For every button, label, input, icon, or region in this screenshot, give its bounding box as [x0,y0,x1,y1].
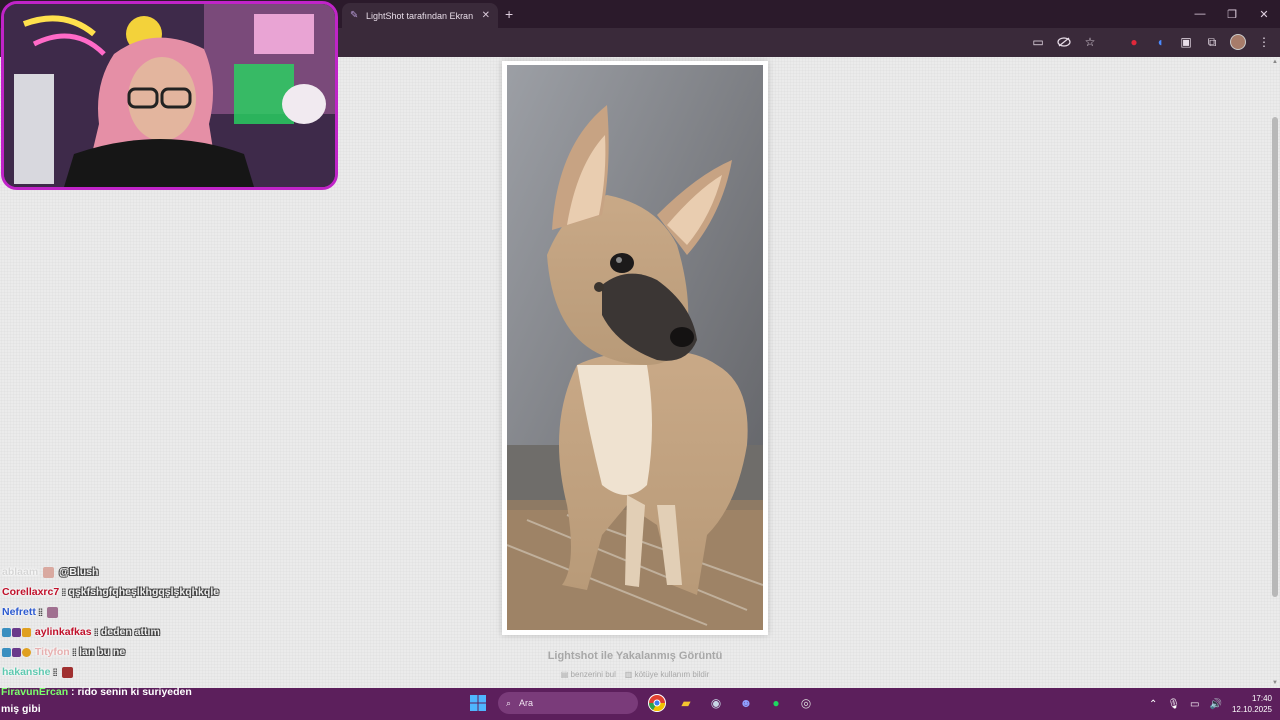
highlight-username: FiravunErcan [1,686,69,698]
chat-message: : qşkfshgfqheşlkhgqşlşkqhkqle [62,586,220,598]
report-abuse-label: kötüye kullanım bildir [634,670,710,679]
webcam-overlay [1,1,338,190]
badge-icon [22,647,31,657]
maximize-button[interactable]: ❐ [1216,0,1248,28]
kebab-menu-icon[interactable]: ⋮ [1256,34,1272,50]
tab-title: LightShot tarafından Ekran Görüntüsü [366,10,476,21]
scroll-up-icon[interactable]: ▲ [1272,59,1278,65]
page-scrollbar[interactable]: ▲ ▼ [1272,57,1278,688]
eye-off-icon[interactable] [1056,34,1072,50]
minimize-button[interactable]: — [1184,0,1216,28]
obs-icon[interactable]: ◎ [796,693,816,713]
chat-username: Nefrett [2,606,36,618]
profile-avatar[interactable] [1230,34,1246,50]
chat-message: : lan bu ne [72,646,126,658]
chat-message: : deden attım [94,626,160,638]
emote-icon [47,606,59,618]
clock-date: 12.10.2025 [1231,705,1272,714]
highlight-message-cont: miş gibi [1,703,41,715]
extensions-puzzle-icon[interactable]: ⧉ [1204,34,1220,50]
extension-tab-icon[interactable]: ▣ [1178,34,1194,50]
image-caption: Lightshot ile Yakalanmış Görüntü [547,650,723,662]
screenshot-image-frame[interactable] [502,61,768,635]
chat-highlight-strip: FiravunErcan : rido senin ki suriyeden m… [0,684,210,720]
find-similar-link[interactable]: ▤ benzerini bul [561,670,616,679]
taskbar-apps: ⌕ Ara ▰ ◉ ☻ ● ◎ [468,692,816,714]
file-explorer-icon[interactable]: ▰ [676,693,696,713]
chat-username: Corellaxrc7 [2,586,60,598]
badge-icon [12,627,21,637]
chat-message: : [38,606,43,618]
spotify-icon[interactable]: ● [766,693,786,713]
chat-username: hakanshe [2,666,51,678]
badge-icon [12,647,21,657]
find-similar-label: benzerini bul [570,670,616,679]
clock-time: 17:40 [1251,694,1272,703]
discord-icon[interactable]: ☻ [736,693,756,713]
system-tray: ⌃ 🎙 ▭ 🔊 17:40 12.10.2025 [1149,692,1272,716]
highlight-message: : rido senin ki suriyeden [71,686,192,698]
network-icon[interactable]: ▭ [1190,699,1199,710]
chat-line: ablaam @Blush [2,562,302,582]
bookmark-star-icon[interactable]: ☆ [1082,34,1098,50]
stream-chat-overlay: ablaam @Blush Corellaxrc7 : qşkfshgfqheş… [2,562,302,682]
chat-username: aylinkafkas [34,626,92,638]
cast-icon[interactable]: ▭ [1030,34,1046,50]
taskbar-clock[interactable]: 17:40 12.10.2025 [1232,693,1272,715]
windows-start-icon[interactable] [468,693,488,713]
chat-message: : [53,666,57,678]
chat-line: Tityfon : lan bu ne [2,642,302,662]
chat-line: Corellaxrc7 : qşkfshgfqheşlkhgqşlşkqhkql… [2,582,302,602]
microphone-icon[interactable]: 🎙 [1167,699,1180,710]
close-window-button[interactable]: ✕ [1248,0,1280,28]
chrome-icon[interactable] [648,694,666,712]
chat-line: aylinkafkas : deden attım [2,622,302,642]
extension-sound-icon[interactable]: ◖ [1152,34,1168,50]
report-abuse-link[interactable]: ▥ kötüye kullanım bildir [625,670,709,679]
image-action-links: ▤ benzerini bul ▥ kötüye kullanım bildir [502,670,768,679]
badge-icon [22,627,31,637]
badge-icon [2,627,11,637]
scroll-down-icon[interactable]: ▼ [1272,680,1278,686]
browser-tab[interactable]: ✎ LightShot tarafından Ekran Görüntüsü ✕ [342,3,498,28]
search-icon: ⌕ [506,697,512,708]
chat-username: Tityfon [34,646,70,658]
chevron-up-icon[interactable]: ⌃ [1149,699,1157,710]
chat-line: Nefrett : [2,602,302,622]
emote-icon [61,666,73,678]
chat-line: hakanshe : [2,662,302,682]
new-tab-button[interactable]: + [505,6,513,22]
tab-close-icon[interactable]: ✕ [482,10,490,21]
extension-red-icon[interactable]: ● [1126,34,1142,50]
window-controls: — ❐ ✕ [1184,0,1280,28]
badge-icon [2,647,11,657]
chat-username: ablaam [2,566,39,578]
volume-icon[interactable]: 🔊 [1210,699,1222,710]
steam-icon[interactable]: ◉ [706,693,726,713]
taskbar-search[interactable]: ⌕ Ara [498,692,638,714]
lightshot-feather-icon: ✎ [350,9,359,21]
emote-icon [43,566,55,578]
toolbar-icons: ▭ ☆ ● ◖ ▣ ⧉ ⋮ [1030,34,1272,50]
chat-message: @Blush [59,566,99,578]
scrollbar-thumb[interactable] [1272,117,1278,597]
dog-photo [507,65,763,630]
search-placeholder: Ara [519,698,534,708]
